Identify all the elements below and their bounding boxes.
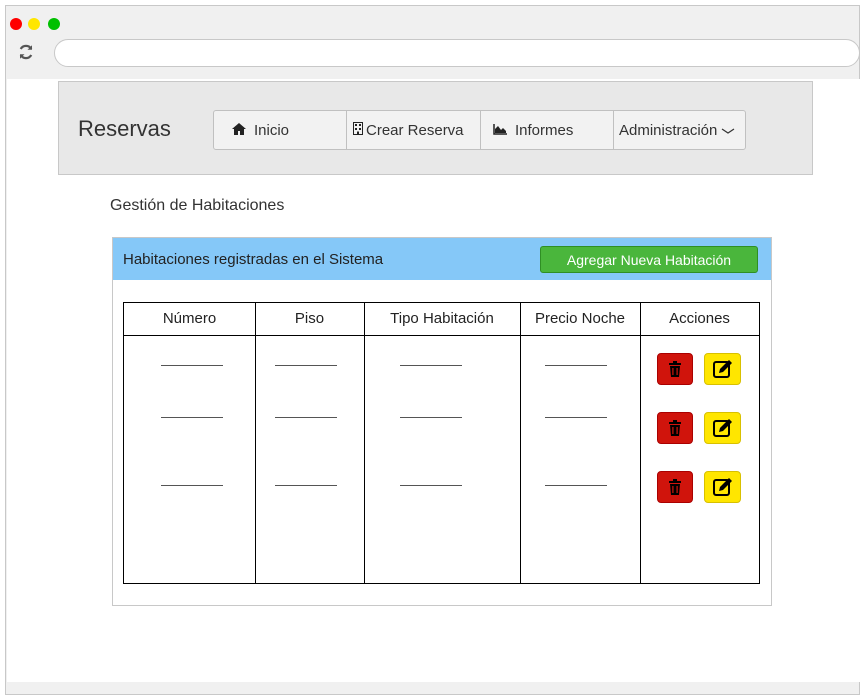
chevron-down-icon	[721, 122, 735, 139]
column-header-tipo[interactable]: Tipo Habitación	[364, 310, 520, 327]
nav-item-crear-reserva[interactable]: Crear Reserva	[347, 111, 481, 149]
nav-item-label: Informes	[515, 121, 574, 139]
nav-item-label: Inicio	[254, 121, 290, 139]
header-divider	[124, 335, 759, 336]
reload-icon[interactable]	[17, 43, 35, 66]
cell-piso-placeholder	[275, 417, 337, 418]
building-icon	[353, 122, 363, 138]
nav-item-administracion[interactable]: Administración	[614, 111, 745, 149]
edit-button[interactable]	[704, 412, 741, 444]
panel-header: Habitaciones registradas en el Sistema A…	[113, 238, 771, 280]
delete-button[interactable]	[657, 353, 693, 385]
delete-icon	[669, 420, 681, 436]
edit-button[interactable]	[704, 471, 741, 503]
brand-title[interactable]: Reservas	[78, 116, 171, 142]
column-header-acciones: Acciones	[669, 310, 730, 327]
nav-item-informes[interactable]: Informes	[481, 111, 614, 149]
column-header-piso[interactable]: Piso	[255, 310, 364, 327]
cell-tipo-placeholder	[400, 417, 462, 418]
cell-precio-placeholder	[545, 365, 607, 366]
edit-icon	[713, 419, 732, 437]
rooms-panel: Habitaciones registradas en el Sistema A…	[112, 237, 772, 606]
address-bar[interactable]	[54, 39, 860, 67]
cell-precio-placeholder	[545, 417, 607, 418]
edit-button[interactable]	[704, 353, 741, 385]
column-divider	[255, 303, 256, 583]
delete-button[interactable]	[657, 412, 693, 444]
area-chart-icon	[493, 123, 507, 138]
nav-item-label: Crear Reserva	[366, 121, 464, 139]
cell-numero-placeholder	[161, 485, 223, 486]
cell-numero-placeholder	[161, 365, 223, 366]
navbar: Reservas Inicio Crear Reserva Informes A…	[58, 81, 813, 175]
nav-menu: Inicio Crear Reserva Informes Administra…	[213, 110, 746, 150]
column-divider	[520, 303, 521, 583]
column-header-precio[interactable]: Precio Noche	[520, 310, 640, 327]
panel-title: Habitaciones registradas en el Sistema	[123, 251, 384, 268]
cell-tipo-placeholder	[400, 485, 462, 486]
cell-tipo-placeholder	[400, 365, 462, 366]
close-window-dot[interactable]	[10, 18, 22, 30]
page-title: Gestión de Habitaciones	[110, 197, 285, 214]
nav-item-inicio[interactable]: Inicio	[214, 111, 347, 149]
edit-icon	[713, 478, 732, 496]
rooms-table: Número Piso Tipo Habitación Precio Noche…	[123, 302, 760, 584]
cell-numero-placeholder	[161, 417, 223, 418]
edit-icon	[713, 360, 732, 378]
delete-icon	[669, 361, 681, 377]
column-divider	[364, 303, 365, 583]
nav-item-label: Administración	[619, 121, 718, 139]
delete-button[interactable]	[657, 471, 693, 503]
maximize-window-dot[interactable]	[48, 18, 60, 30]
cell-piso-placeholder	[275, 485, 337, 486]
delete-icon	[669, 479, 681, 495]
cell-precio-placeholder	[545, 485, 607, 486]
home-icon	[232, 122, 246, 138]
page-viewport: Reservas Inicio Crear Reserva Informes A…	[7, 79, 860, 682]
browser-window: Reservas Inicio Crear Reserva Informes A…	[5, 5, 860, 695]
minimize-window-dot[interactable]	[28, 18, 40, 30]
column-divider	[640, 303, 641, 583]
column-header-numero[interactable]: Número	[124, 310, 255, 327]
cell-piso-placeholder	[275, 365, 337, 366]
add-room-button[interactable]: Agregar Nueva Habitación	[540, 246, 758, 273]
